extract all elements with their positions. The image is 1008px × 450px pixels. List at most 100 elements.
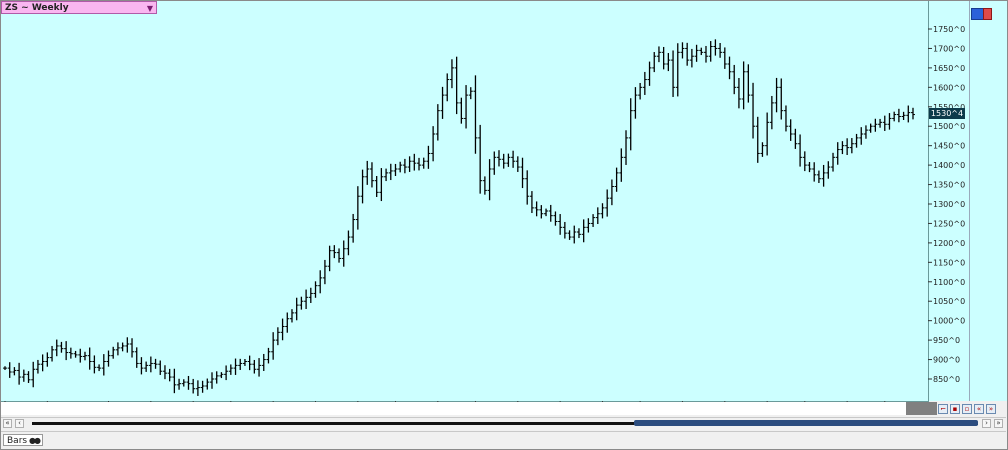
price-bar [802,151,807,172]
price-bar [581,219,586,243]
price-bar [398,161,403,173]
price-bar [501,153,506,169]
price-bar [553,211,558,226]
price-bar [115,342,120,356]
price-bar [40,354,45,372]
price-bar [280,318,285,341]
price-tick-label: 1600^0 [933,83,965,92]
price-bar [892,111,897,122]
price-bar [289,309,294,323]
draw-tool-icon[interactable]: ⌐ [938,404,948,414]
time-scrollbar[interactable]: « ‹ › » [1,417,1006,430]
price-bar [911,107,915,120]
price-bar [727,56,732,80]
price-bar [859,127,864,145]
price-bar [31,361,36,388]
bars-tab-label: Bars [7,436,28,446]
price-bar [572,225,577,244]
price-bar [87,347,92,370]
price-bar [252,359,257,374]
zoom-in-icon[interactable]: » [986,404,996,414]
price-bar [713,39,718,56]
price-bar [26,371,31,383]
price-bar [205,378,210,390]
price-bar [685,42,690,66]
bars-tab[interactable]: Bars ●● [3,434,43,446]
price-bar [431,126,436,162]
price-tick-label: 1500^0 [933,122,965,131]
scroll-right-icon[interactable]: › [982,419,991,428]
price-bar [275,327,280,346]
date-axis[interactable] [1,402,937,415]
price-bar [214,371,219,384]
price-bar [619,148,624,182]
price-bar [868,123,873,133]
cursor-tool-icon[interactable]: ▪ [950,404,960,414]
price-bar [464,85,469,129]
price-bar [384,168,389,182]
price-bar [435,104,440,141]
price-bar [511,150,516,168]
price-tick-label: 1200^0 [933,239,965,248]
price-bar [642,71,647,95]
price-bar [863,125,868,139]
price-bar [798,134,803,167]
price-bar [562,221,567,239]
price-bar [134,347,139,368]
price-bar [393,163,398,176]
price-bar [360,169,365,204]
price-tick-label: 1000^0 [933,317,965,326]
price-bar [271,332,276,360]
price-bar [130,338,135,358]
price-bar [200,380,205,393]
price-bar [873,118,878,132]
price-bar [755,116,760,163]
price-tick-label: 1650^0 [933,64,965,73]
price-bar [247,355,252,371]
price-tick-label: 1750^0 [933,25,965,34]
price-bar [694,44,699,62]
price-bar [440,86,445,119]
window-tool-icon[interactable]: ▫ [962,404,972,414]
price-bar [186,375,191,390]
price-bar [351,213,356,243]
price-bar [257,358,262,377]
scroll-thumb[interactable] [634,420,978,426]
zoom-out-icon[interactable]: « [974,404,984,414]
price-bar [774,77,779,113]
symbol-selector[interactable]: ZS ~ Weekly ▼ [1,1,157,14]
scroll-end-icon[interactable]: » [994,419,1003,428]
dropdown-arrow-icon[interactable]: ▼ [147,2,153,15]
price-bar [148,356,153,373]
price-tick-label: 1700^0 [933,44,965,53]
chart-alert-icon[interactable] [983,8,992,20]
price-bar [111,346,116,359]
price-bar [671,50,676,97]
scroll-left-icon[interactable]: ‹ [15,419,24,428]
price-bar [421,157,426,169]
price-tick-label: 1050^0 [933,297,965,306]
price-bar [576,228,581,239]
price-bar [854,133,859,148]
price-bar [558,214,563,235]
price-bar [769,95,774,130]
price-bar [609,179,614,206]
price-bar [195,380,200,396]
price-tick-label: 1450^0 [933,142,965,151]
price-bar [172,368,177,394]
price-bar [346,230,351,256]
price-bar [468,87,473,100]
price-bar [318,270,323,294]
price-tick-label: 1300^0 [933,200,965,209]
price-bar [3,366,7,370]
price-bar [793,128,798,149]
price-bar [520,157,525,189]
symbol-label: ZS ~ Weekly [5,3,69,13]
price-bar [374,176,379,197]
price-bar [586,218,591,233]
scroll-start-icon[interactable]: « [3,419,12,428]
price-tick-label: 1150^0 [933,258,965,267]
price-bar [82,351,87,361]
price-bar [746,64,751,103]
price-bar [402,158,407,174]
